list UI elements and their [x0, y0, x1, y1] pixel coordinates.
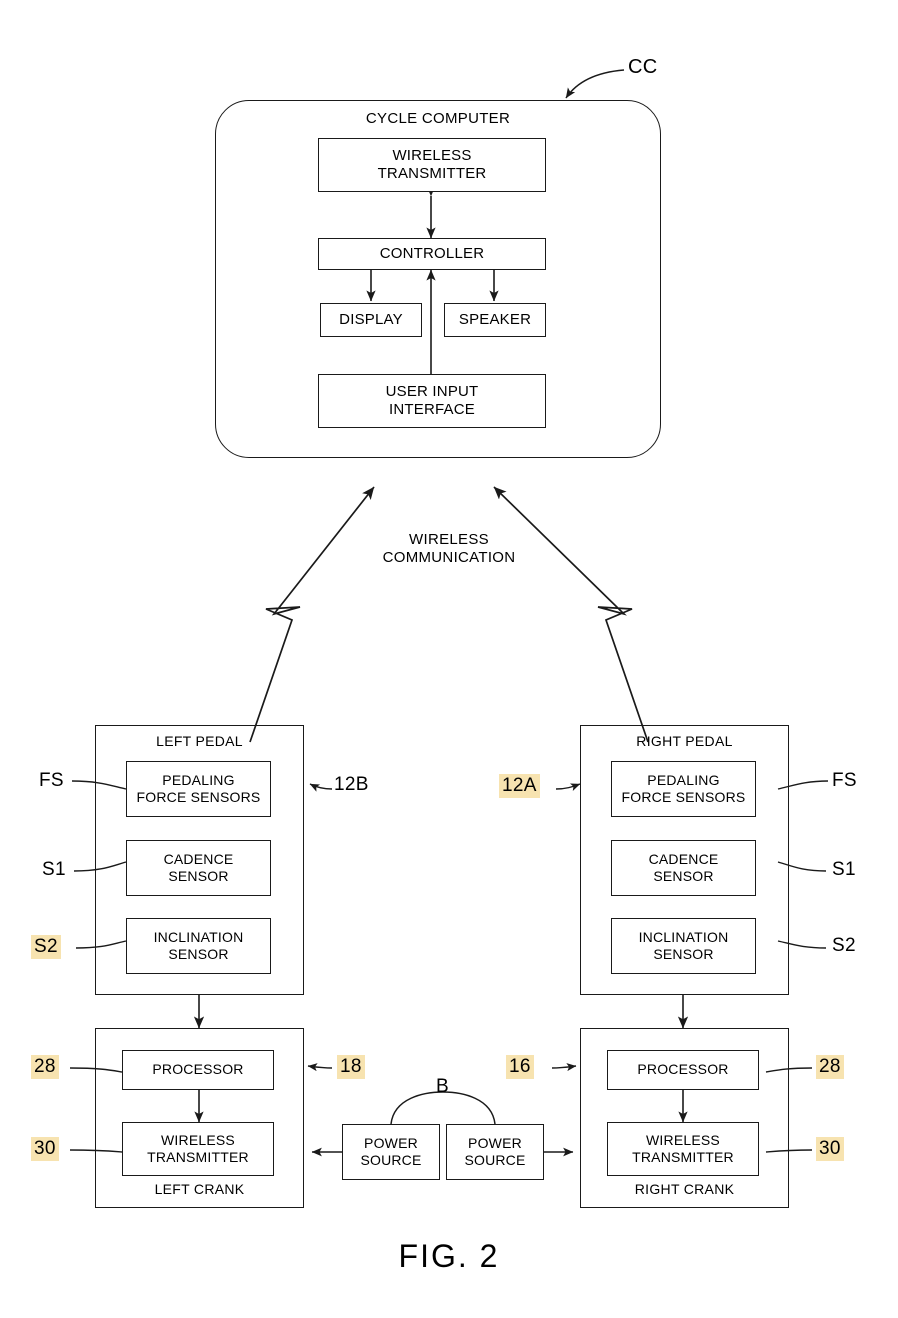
cc-speaker-block: SPEAKER — [444, 303, 546, 337]
figure-label: FIG. 2 — [398, 1238, 500, 1274]
left-pedal-title: LEFT PEDAL — [156, 733, 243, 749]
cycle-computer-title: CYCLE COMPUTER — [365, 110, 511, 127]
reference-left-pedal-s2: S2 — [31, 935, 61, 959]
left-pedal-inclination-sensor: INCLINATION SENSOR — [126, 918, 271, 974]
reference-left-pedal-s1: S1 — [42, 859, 66, 880]
patent-figure-2: CYCLE COMPUTER WIRELESS TRANSMITTER CONT… — [0, 0, 898, 1318]
right-pedal-inclination-sensor: INCLINATION SENSOR — [611, 918, 756, 974]
reference-right-crank-28: 28 — [816, 1055, 844, 1079]
reference-left-crank-30: 30 — [31, 1137, 59, 1161]
cc-user-input-interface-block: USER INPUT INTERFACE — [318, 374, 546, 428]
right-pedal-pedaling-force-sensors: PEDALING FORCE SENSORS — [611, 761, 756, 817]
reference-left-pedal-12b: 12B — [334, 774, 369, 795]
reference-right-crank-16: 16 — [506, 1055, 534, 1079]
cc-wireless-transmitter-block: WIRELESS TRANSMITTER — [318, 138, 546, 192]
reference-left-crank-28: 28 — [31, 1055, 59, 1079]
left-pedal-pedaling-force-sensors: PEDALING FORCE SENSORS — [126, 761, 271, 817]
left-power-source: POWER SOURCE — [342, 1124, 440, 1180]
right-crank-wireless-transmitter: WIRELESS TRANSMITTER — [607, 1122, 759, 1176]
cc-display-block: DISPLAY — [320, 303, 422, 337]
wireless-communication-label: WIRELESS COMMUNICATION — [382, 531, 516, 566]
reference-power-bracket-b: B — [436, 1076, 449, 1097]
left-crank-title: LEFT CRANK — [154, 1181, 245, 1197]
right-power-source: POWER SOURCE — [446, 1124, 544, 1180]
reference-cc: CC — [628, 56, 658, 78]
left-crank-processor: PROCESSOR — [122, 1050, 274, 1090]
reference-right-pedal-12a: 12A — [499, 774, 540, 798]
right-pedal-title: RIGHT PEDAL — [636, 733, 733, 749]
left-crank-wireless-transmitter: WIRELESS TRANSMITTER — [122, 1122, 274, 1176]
reference-right-pedal-s2: S2 — [832, 935, 856, 956]
right-crank-processor: PROCESSOR — [607, 1050, 759, 1090]
reference-right-crank-30: 30 — [816, 1137, 844, 1161]
cc-controller-block: CONTROLLER — [318, 238, 546, 270]
reference-right-pedal-fs: FS — [832, 770, 857, 791]
left-pedal-cadence-sensor: CADENCE SENSOR — [126, 840, 271, 896]
reference-right-pedal-s1: S1 — [832, 859, 856, 880]
reference-left-pedal-fs: FS — [39, 770, 64, 791]
reference-left-crank-18: 18 — [337, 1055, 365, 1079]
right-crank-title: RIGHT CRANK — [634, 1181, 735, 1197]
right-pedal-cadence-sensor: CADENCE SENSOR — [611, 840, 756, 896]
